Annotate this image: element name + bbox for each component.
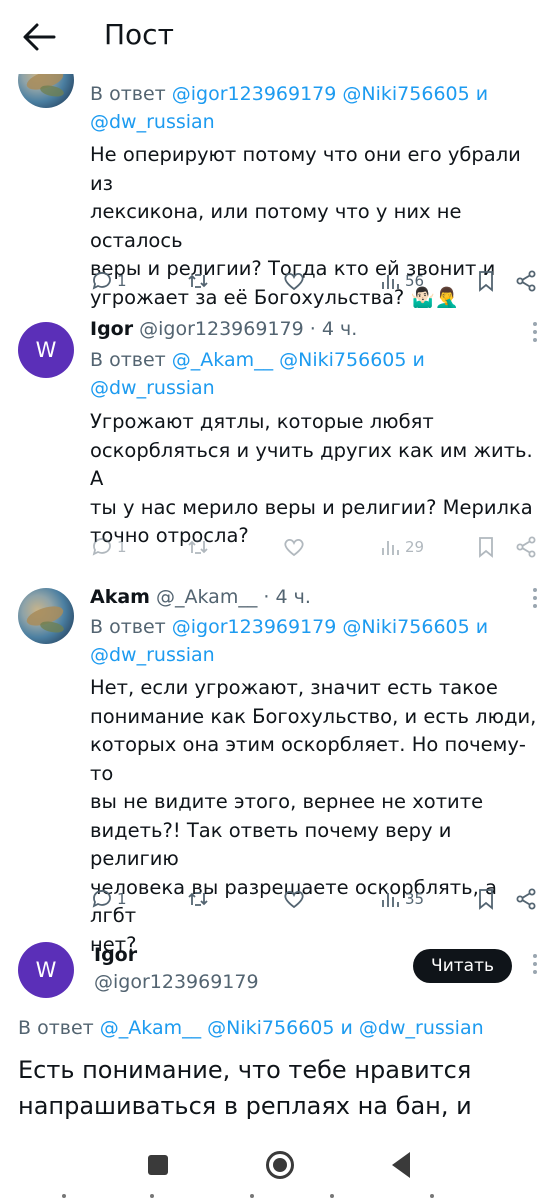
reply-button[interactable]: 1 xyxy=(90,884,127,914)
mention-link[interactable]: @Niki756605 xyxy=(342,83,469,105)
reply-button[interactable]: 1 xyxy=(90,266,127,296)
avatar[interactable]: W xyxy=(18,322,74,378)
avatar[interactable] xyxy=(18,588,74,644)
mention-link[interactable]: @_Akam__ xyxy=(172,349,273,371)
reply-count: 1 xyxy=(117,538,127,556)
bookmark-button[interactable] xyxy=(474,884,498,914)
focused-tweet: W Igor @igor123969179 Читать В ответ @_A… xyxy=(0,930,560,1130)
bookmark-icon xyxy=(479,889,493,910)
replying-to: В ответ @igor123969179 @Niki756605 и @dw… xyxy=(90,83,489,133)
views-button[interactable]: 29 xyxy=(378,532,424,562)
tweet-reply[interactable]: W Igor @igor123969179 · 4 ч. В ответ @_A… xyxy=(0,300,560,570)
views-button[interactable]: 56 xyxy=(378,266,424,296)
mention-link[interactable]: @dw_russian xyxy=(90,644,215,666)
like-button[interactable] xyxy=(282,266,306,296)
retweet-icon xyxy=(188,274,208,288)
views-count: 56 xyxy=(405,272,425,290)
author-handle[interactable]: @igor123969179 xyxy=(94,971,259,993)
tweet-header: Akam @_Akam__ · 4 ч. xyxy=(90,586,311,608)
author-name[interactable]: Akam xyxy=(90,586,150,608)
views-count: 29 xyxy=(405,538,425,556)
reply-button[interactable]: 1 xyxy=(90,532,127,562)
heart-icon xyxy=(284,890,304,909)
share-button[interactable] xyxy=(514,266,538,296)
bookmark-icon xyxy=(479,537,493,558)
heart-icon xyxy=(284,538,304,557)
tweet-time: · 4 ч. xyxy=(309,318,358,340)
back-triangle-icon[interactable] xyxy=(392,1152,410,1178)
tweet-reply[interactable]: Akam @_Akam__ · 4 ч. В ответ @igor123969… xyxy=(0,570,560,956)
author-name[interactable]: Igor xyxy=(94,944,137,966)
mention-link[interactable]: @dw_russian xyxy=(359,1017,484,1039)
top-bar: Пост xyxy=(0,0,560,74)
share-icon xyxy=(516,536,536,558)
share-button[interactable] xyxy=(514,532,538,562)
tweet-actions: 1 29 xyxy=(90,532,542,562)
cut-off-content xyxy=(0,1194,560,1200)
reply-bubble-icon xyxy=(92,272,111,290)
tweet-actions: 1 56 xyxy=(90,266,542,296)
mention-link[interactable]: @Niki756605 xyxy=(207,1017,334,1039)
more-vertical-icon[interactable] xyxy=(532,954,538,978)
tweet-text: Нет, если угрожают, значит есть такое по… xyxy=(90,676,537,956)
views-bar-icon xyxy=(382,275,399,289)
tweet-text: Есть понимание, что тебе нравится напраш… xyxy=(18,1056,472,1120)
replying-to: В ответ @_Akam__ @Niki756605 и @dw_russi… xyxy=(18,1017,484,1039)
mention-link[interactable]: @dw_russian xyxy=(90,111,215,133)
share-icon xyxy=(516,888,536,910)
author-handle[interactable]: @igor123969179 xyxy=(139,318,304,340)
mention-link[interactable]: @Niki756605 xyxy=(342,616,469,638)
tweet-actions: 1 35 xyxy=(90,884,542,914)
retweet-button[interactable] xyxy=(186,532,210,562)
avatar[interactable]: W xyxy=(18,942,74,998)
system-nav-bar xyxy=(0,1130,560,1200)
views-bar-icon xyxy=(382,541,399,555)
like-button[interactable] xyxy=(282,884,306,914)
replying-to: В ответ @_Akam__ @Niki756605 и @dw_russi… xyxy=(90,349,425,399)
share-button[interactable] xyxy=(514,884,538,914)
share-icon xyxy=(516,270,536,292)
reply-count: 1 xyxy=(117,890,127,908)
follow-button[interactable]: Читать xyxy=(413,949,512,983)
heart-icon xyxy=(284,272,304,291)
mention-link[interactable]: @igor123969179 xyxy=(172,616,337,638)
retweet-button[interactable] xyxy=(186,884,210,914)
replying-to: В ответ @igor123969179 @Niki756605 и @dw… xyxy=(90,616,489,666)
home-icon[interactable] xyxy=(266,1151,294,1179)
bookmark-button[interactable] xyxy=(474,266,498,296)
reply-count: 1 xyxy=(117,272,127,290)
retweet-icon xyxy=(188,540,208,554)
bookmark-icon xyxy=(479,271,493,292)
mention-link[interactable]: @igor123969179 xyxy=(172,83,337,105)
tweet-header: Igor @igor123969179 · 4 ч. xyxy=(90,318,357,340)
mention-link[interactable]: @Niki756605 xyxy=(279,349,406,371)
views-button[interactable]: 35 xyxy=(378,884,424,914)
reply-bubble-icon xyxy=(92,538,111,556)
retweet-button[interactable] xyxy=(186,266,210,296)
arrow-left-icon[interactable] xyxy=(22,22,56,52)
author-name[interactable]: Igor xyxy=(90,318,133,340)
bookmark-button[interactable] xyxy=(474,532,498,562)
like-button[interactable] xyxy=(282,532,306,562)
mention-link[interactable]: @dw_russian xyxy=(90,377,215,399)
page-title: Пост xyxy=(104,18,174,51)
views-bar-icon xyxy=(382,893,399,907)
mention-link[interactable]: @_Akam__ xyxy=(100,1017,201,1039)
more-vertical-icon[interactable] xyxy=(532,322,538,346)
tweet-time: · 4 ч. xyxy=(263,586,311,608)
reply-bubble-icon xyxy=(92,890,111,908)
tweet-text: Угрожают дятлы, которые любят оскорблять… xyxy=(90,410,533,547)
retweet-icon xyxy=(188,892,208,906)
views-count: 35 xyxy=(405,890,425,908)
recents-icon[interactable] xyxy=(148,1155,168,1175)
more-vertical-icon[interactable] xyxy=(532,588,538,612)
author-handle[interactable]: @_Akam__ xyxy=(156,586,257,608)
